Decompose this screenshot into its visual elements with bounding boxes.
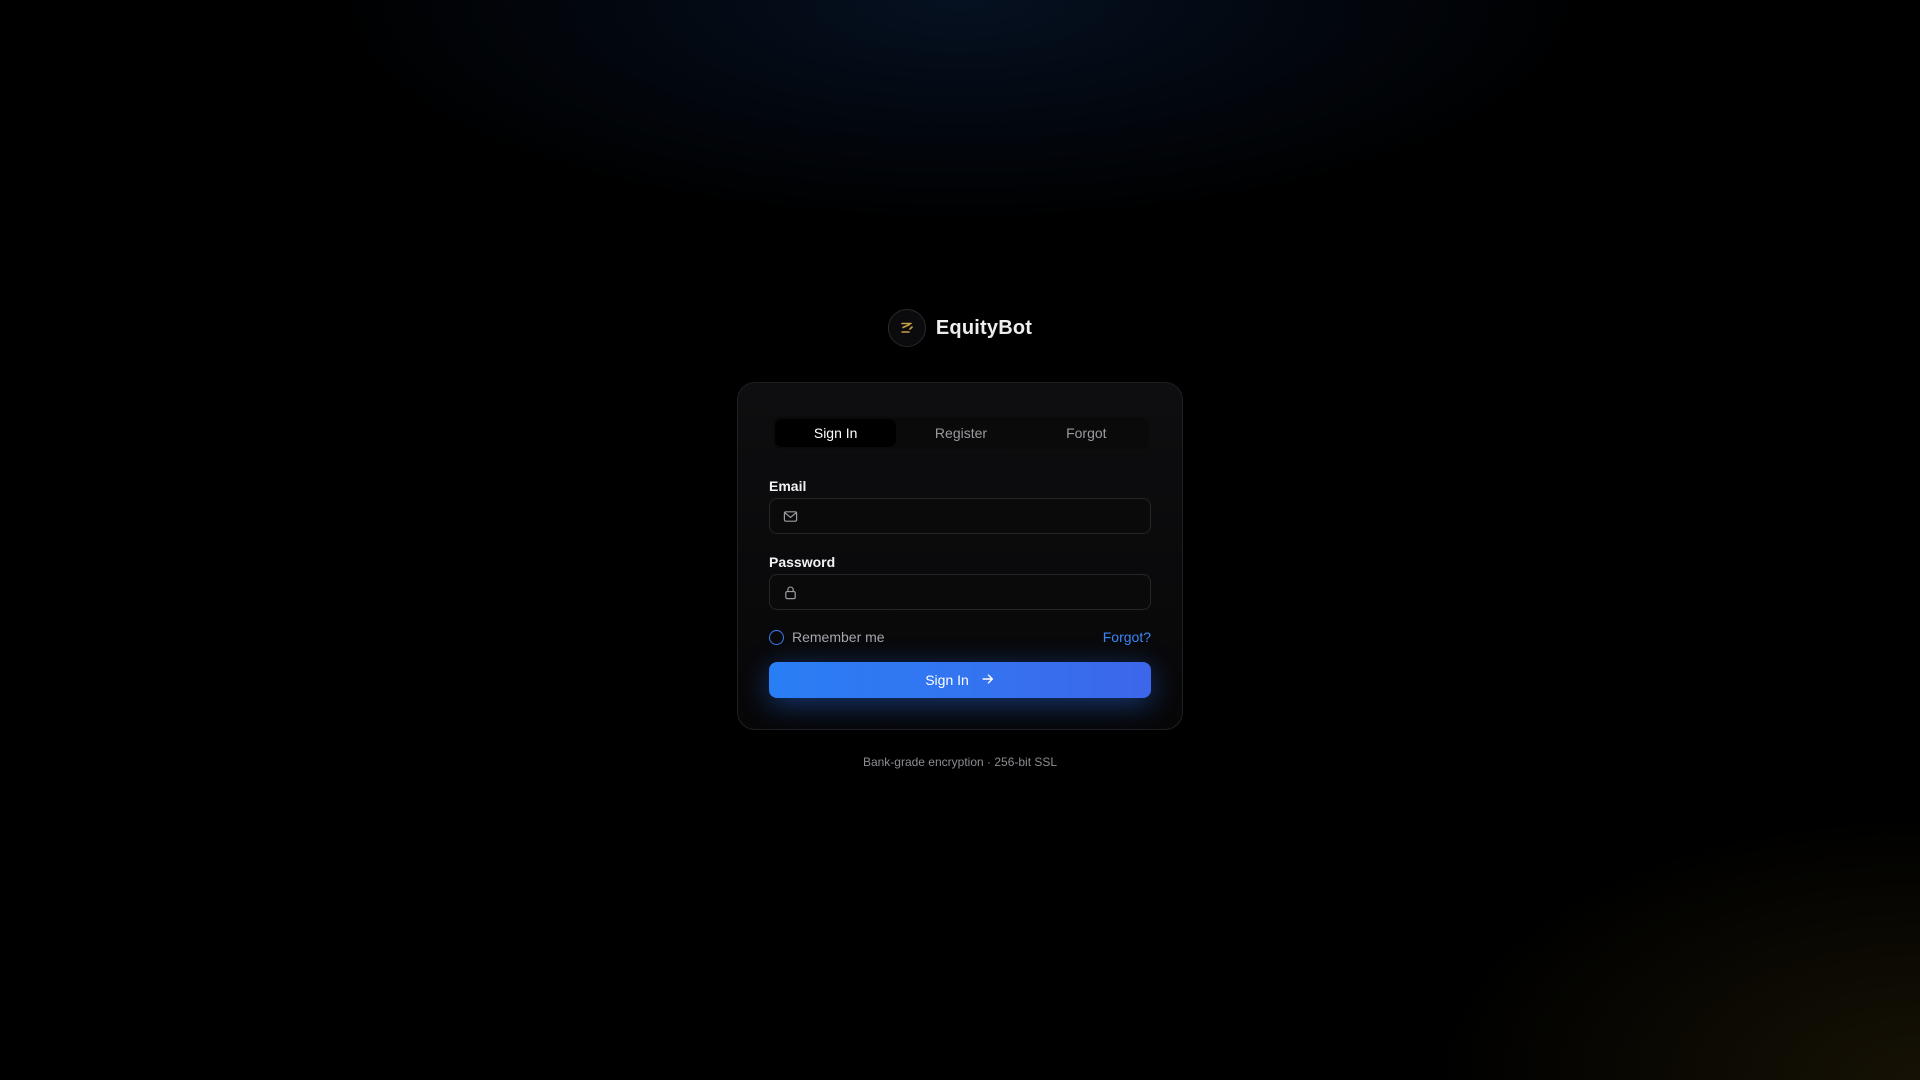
equitybot-logo-icon — [887, 309, 926, 347]
brand-header: EquityBot — [0, 309, 1920, 347]
tab-sign-in[interactable]: Sign In — [775, 419, 897, 447]
sign-in-button[interactable]: Sign In — [769, 662, 1151, 698]
sign-in-button-label: Sign In — [925, 672, 969, 688]
email-field[interactable] — [806, 499, 1150, 533]
remember-me-label[interactable]: Remember me — [792, 629, 885, 645]
remember-me[interactable]: Remember me — [769, 629, 885, 645]
email-label: Email — [769, 478, 807, 494]
options-row: Remember me Forgot? — [769, 627, 1151, 647]
tab-forgot[interactable]: Forgot — [1026, 419, 1147, 447]
auth-tabs: Sign In Register Forgot — [773, 417, 1149, 449]
arrow-right-icon — [981, 672, 995, 689]
forgot-password-link[interactable]: Forgot? — [1103, 629, 1151, 645]
tab-register[interactable]: Register — [900, 419, 1021, 447]
password-field-wrapper — [769, 574, 1151, 610]
lock-icon — [782, 584, 798, 600]
password-label: Password — [769, 554, 836, 570]
email-field-wrapper — [769, 498, 1151, 534]
mail-icon — [782, 508, 798, 524]
brand-name: EquityBot — [935, 316, 1033, 339]
security-note: Bank-grade encryption · 256-bit SSL — [862, 755, 1058, 769]
password-field[interactable] — [806, 575, 1150, 609]
login-card: Sign In Register Forgot Email Password R… — [737, 382, 1183, 730]
remember-me-checkbox[interactable] — [769, 629, 784, 645]
login-page: EquityBot Sign In Register Forgot Email … — [0, 0, 1920, 1080]
